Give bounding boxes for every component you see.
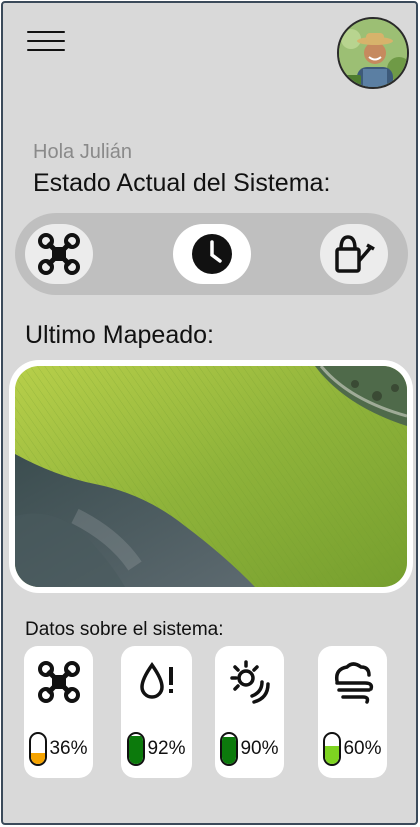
drone-icon [37, 661, 80, 703]
app-frame: Hola Julián Estado Actual del Sistema: U… [1, 1, 418, 825]
watering-can-icon [335, 235, 375, 273]
status-clock-button[interactable] [173, 224, 251, 284]
system-tile-drone[interactable]: 36% [24, 646, 93, 778]
farmer-avatar [339, 19, 407, 87]
wind-cloud-icon [334, 662, 373, 704]
level-percent: 92% [147, 738, 186, 759]
map-title: Ultimo Mapeado: [25, 321, 214, 349]
level-indicator [29, 732, 48, 766]
clock-icon [192, 234, 232, 274]
system-tile-water[interactable]: 92% [121, 646, 192, 778]
hamburger-menu-icon[interactable] [27, 31, 65, 57]
level-percent: 60% [343, 738, 382, 759]
level-percent: 90% [240, 738, 279, 759]
user-avatar[interactable] [337, 17, 409, 89]
system-data-title: Datos sobre el sistema: [25, 619, 224, 640]
status-bar [15, 213, 408, 295]
greeting-text: Hola Julián [33, 141, 132, 163]
water-alert-icon [139, 661, 173, 699]
status-title: Estado Actual del Sistema: [33, 169, 331, 197]
system-tile-wind[interactable]: 60% [318, 646, 387, 778]
drone-icon [38, 233, 80, 275]
status-drone-button[interactable] [25, 224, 93, 284]
level-percent: 36% [49, 738, 88, 759]
level-indicator [220, 732, 239, 766]
system-tile-sun-wind[interactable]: 90% [215, 646, 284, 778]
last-map-card[interactable] [9, 360, 413, 593]
level-indicator [323, 732, 342, 766]
level-indicator [127, 732, 146, 766]
aerial-field-map [15, 366, 407, 587]
status-watering-button[interactable] [320, 224, 388, 284]
sun-wind-icon [229, 660, 270, 704]
